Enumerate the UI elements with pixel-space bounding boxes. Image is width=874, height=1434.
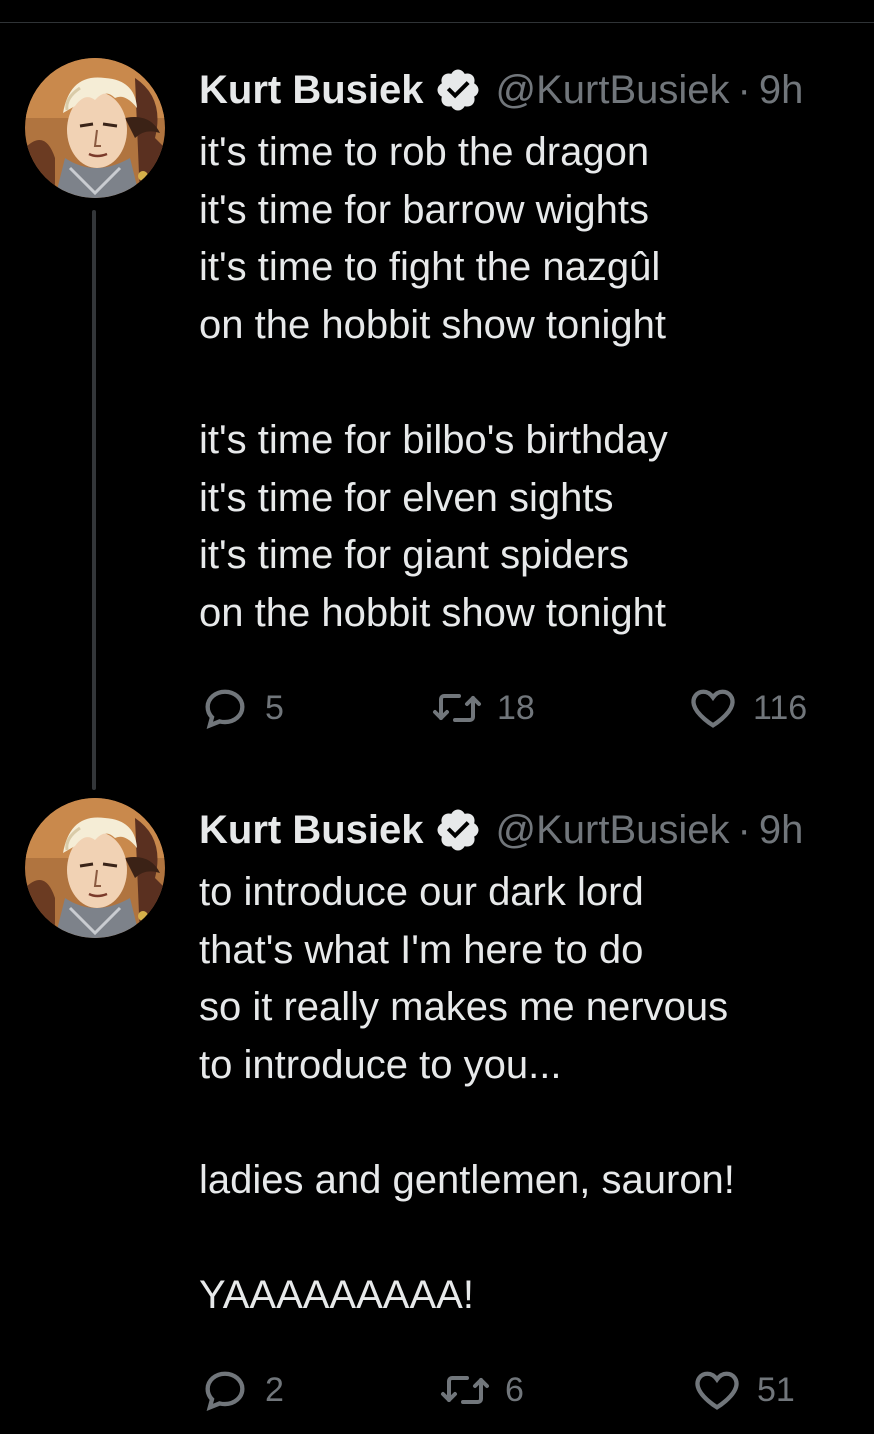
- tweet-text-line: so it really makes me nervous: [199, 985, 729, 1030]
- author-handle[interactable]: @KurtBusiek: [496, 68, 730, 113]
- heart-outline-icon: [691, 1364, 743, 1416]
- like-count: 116: [753, 688, 808, 727]
- tweet-text: to introduce our dark lord that's what I…: [199, 864, 859, 1325]
- author-handle[interactable]: @KurtBusiek: [496, 808, 730, 853]
- header-separator: ·: [737, 67, 751, 112]
- avatar-illustration: [25, 58, 165, 198]
- tweet-text-line: it's time to fight the nazgûl: [199, 245, 661, 290]
- reply-button[interactable]: 5: [199, 682, 284, 734]
- tweet-1[interactable]: Kurt Busiek @KurtBusiek · 9h it's time t…: [0, 58, 874, 790]
- tweet-2[interactable]: Kurt Busiek @KurtBusiek · 9h to introduc…: [0, 798, 874, 1434]
- retweet-count: 6: [505, 1370, 524, 1409]
- tweet-text-line: that's what I'm here to do: [199, 927, 644, 972]
- like-button[interactable]: 116: [687, 682, 807, 734]
- tweet-text-line: it's time to rob the dragon: [199, 130, 650, 174]
- tweet-timestamp[interactable]: 9h: [759, 68, 804, 113]
- tweet-text-line: it's time for elven sights: [199, 475, 614, 520]
- tweet-header: Kurt Busiek @KurtBusiek · 9h: [199, 804, 803, 856]
- retweet-button[interactable]: 6: [439, 1364, 524, 1416]
- retweet-count: 18: [497, 688, 535, 727]
- author-avatar[interactable]: [25, 58, 165, 198]
- tweet-text-line: YAAAAAAAAA!: [199, 1273, 474, 1318]
- thread-connector-line: [92, 210, 96, 790]
- tweet-text-line: ladies and gentlemen, sauron!: [199, 1157, 735, 1202]
- tweet-text-line: on the hobbit show tonight: [199, 302, 667, 347]
- tweet-header: Kurt Busiek @KurtBusiek · 9h: [199, 64, 803, 116]
- retweet-arrows-icon: [431, 682, 483, 734]
- reply-count: 5: [265, 688, 284, 727]
- tweet-text-line: it's time for barrow wights: [199, 187, 649, 232]
- avatar-illustration: [25, 798, 165, 938]
- reply-bubble-icon: [199, 1364, 251, 1416]
- heart-outline-icon: [687, 682, 739, 734]
- tweet-text-line: it's time for giant spiders: [199, 533, 630, 578]
- tweet-text-line: it's time for bilbo's birthday: [199, 417, 668, 462]
- verified-badge-icon: [434, 806, 482, 854]
- tweet-actions: 5 18 116: [199, 682, 839, 734]
- header-separator: ·: [737, 807, 751, 852]
- verified-badge-icon: [434, 66, 482, 114]
- tweet-text-line: on the hobbit show tonight: [199, 590, 667, 635]
- like-count: 51: [757, 1370, 795, 1409]
- retweet-arrows-icon: [439, 1364, 491, 1416]
- reply-bubble-icon: [199, 682, 251, 734]
- retweet-button[interactable]: 18: [431, 682, 535, 734]
- tweet-timestamp[interactable]: 9h: [759, 808, 804, 853]
- reply-button[interactable]: 2: [199, 1364, 284, 1416]
- author-avatar[interactable]: [25, 798, 165, 938]
- author-name[interactable]: Kurt Busiek: [199, 68, 424, 113]
- tweet-text-line: to introduce our dark lord: [199, 870, 644, 914]
- tweet-text-line: to introduce to you...: [199, 1042, 562, 1087]
- top-divider: [0, 22, 874, 23]
- like-button[interactable]: 51: [691, 1364, 795, 1416]
- tweet-actions: 2 6 51: [199, 1364, 839, 1416]
- author-name[interactable]: Kurt Busiek: [199, 808, 424, 853]
- reply-count: 2: [265, 1370, 284, 1409]
- tweet-text: it's time to rob the dragon it's time fo…: [199, 124, 859, 642]
